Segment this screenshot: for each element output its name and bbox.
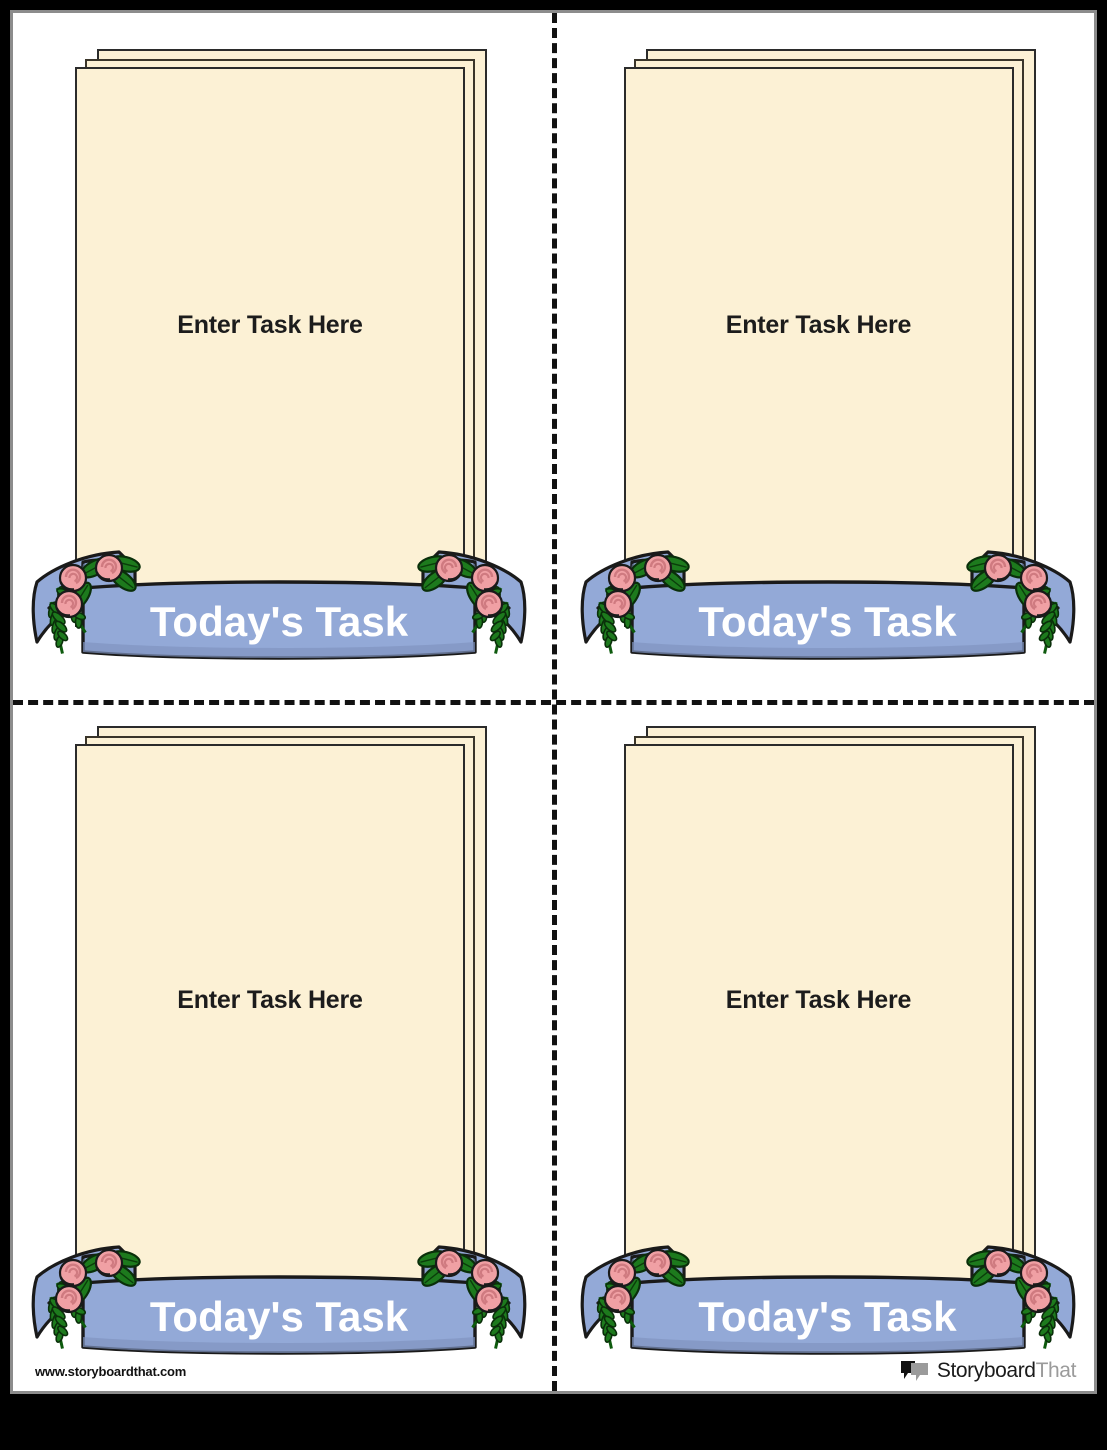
worksheet-sheet: Enter Task Here Today's Task Enter Task … xyxy=(10,10,1097,1394)
task-placeholder-text[interactable]: Enter Task Here xyxy=(726,986,912,1015)
card-cell-top-right[interactable]: Enter Task Here Today's Task xyxy=(554,13,1095,702)
card-cell-bottom-right[interactable]: Enter Task Here Today's Task xyxy=(554,702,1095,1391)
worksheet-page: Enter Task Here Today's Task Enter Task … xyxy=(0,0,1107,1450)
task-placeholder-text[interactable]: Enter Task Here xyxy=(726,311,912,340)
paper-sheet-front[interactable]: Enter Task Here xyxy=(75,744,465,1304)
speech-bubble-icon xyxy=(900,1361,928,1381)
paper-card-stack[interactable]: Enter Task Here xyxy=(623,49,1036,639)
paper-card-stack[interactable]: Enter Task Here xyxy=(75,726,487,1316)
cut-line-horizontal xyxy=(13,700,1094,705)
paper-sheet-front[interactable]: Enter Task Here xyxy=(623,67,1014,627)
paper-card-stack[interactable]: Enter Task Here xyxy=(623,726,1036,1316)
storyboardthat-logo[interactable]: StoryboardThat xyxy=(900,1359,1076,1383)
card-cell-bottom-left[interactable]: Enter Task Here Today's Task xyxy=(13,702,554,1391)
task-placeholder-text[interactable]: Enter Task Here xyxy=(177,986,363,1015)
card-cell-top-left[interactable]: Enter Task Here Today's Task xyxy=(13,13,554,702)
paper-sheet-front[interactable]: Enter Task Here xyxy=(75,67,465,627)
paper-card-stack[interactable]: Enter Task Here xyxy=(75,49,487,639)
paper-sheet-front[interactable]: Enter Task Here xyxy=(623,744,1014,1304)
footer-website-url[interactable]: www.storyboardthat.com xyxy=(35,1364,186,1379)
logo-text-primary: Storyboard xyxy=(936,1359,1036,1382)
task-placeholder-text[interactable]: Enter Task Here xyxy=(177,311,363,340)
logo-text-secondary: That xyxy=(1035,1359,1077,1382)
